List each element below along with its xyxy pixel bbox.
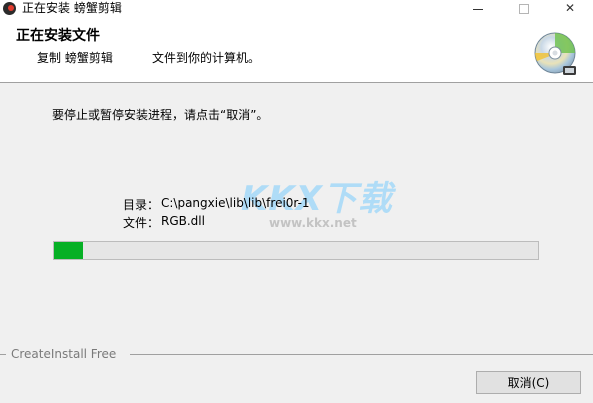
header-subtitle-action: 复制 螃蟹剪辑 xyxy=(37,51,113,65)
footer-divider-left xyxy=(0,354,6,355)
watermark-url: www.kkx.net xyxy=(269,216,357,230)
minimize-button[interactable] xyxy=(455,0,501,17)
disc-icon xyxy=(534,32,576,75)
maximize-icon xyxy=(519,4,529,14)
window-title: 正在安装 螃蟹剪辑 xyxy=(22,1,122,15)
close-button[interactable]: ✕ xyxy=(547,0,593,17)
page-title: 正在安装文件 xyxy=(16,28,100,44)
file-label: 文件： xyxy=(123,216,160,230)
cancel-button[interactable]: 取消(C) xyxy=(476,371,581,394)
title-bar[interactable]: 正在安装 螃蟹剪辑 ✕ xyxy=(0,0,593,17)
footer-divider-right xyxy=(130,354,593,355)
progress-fill xyxy=(54,242,84,259)
directory-label: 目录： xyxy=(123,198,160,212)
progress-bar xyxy=(53,241,539,260)
instruction-text: 要停止或暂停安装进程，请点击“取消”。 xyxy=(52,108,269,122)
installer-window: 正在安装 螃蟹剪辑 ✕ 正在安装文件 复制 螃蟹剪辑 文件到你的计算机。 要停止… xyxy=(0,0,593,403)
minimize-icon xyxy=(473,9,483,10)
maximize-button xyxy=(501,0,547,17)
file-value: RGB.dll xyxy=(161,214,205,228)
app-icon xyxy=(3,2,16,15)
header-panel: 正在安装文件 复制 螃蟹剪辑 文件到你的计算机。 xyxy=(0,17,593,83)
directory-value: C:\pangxie\lib\lib\frei0r-1 xyxy=(161,196,310,210)
brand-label: CreateInstall Free xyxy=(11,347,117,361)
close-icon: ✕ xyxy=(564,1,576,15)
header-subtitle-detail: 文件到你的计算机。 xyxy=(152,51,261,65)
